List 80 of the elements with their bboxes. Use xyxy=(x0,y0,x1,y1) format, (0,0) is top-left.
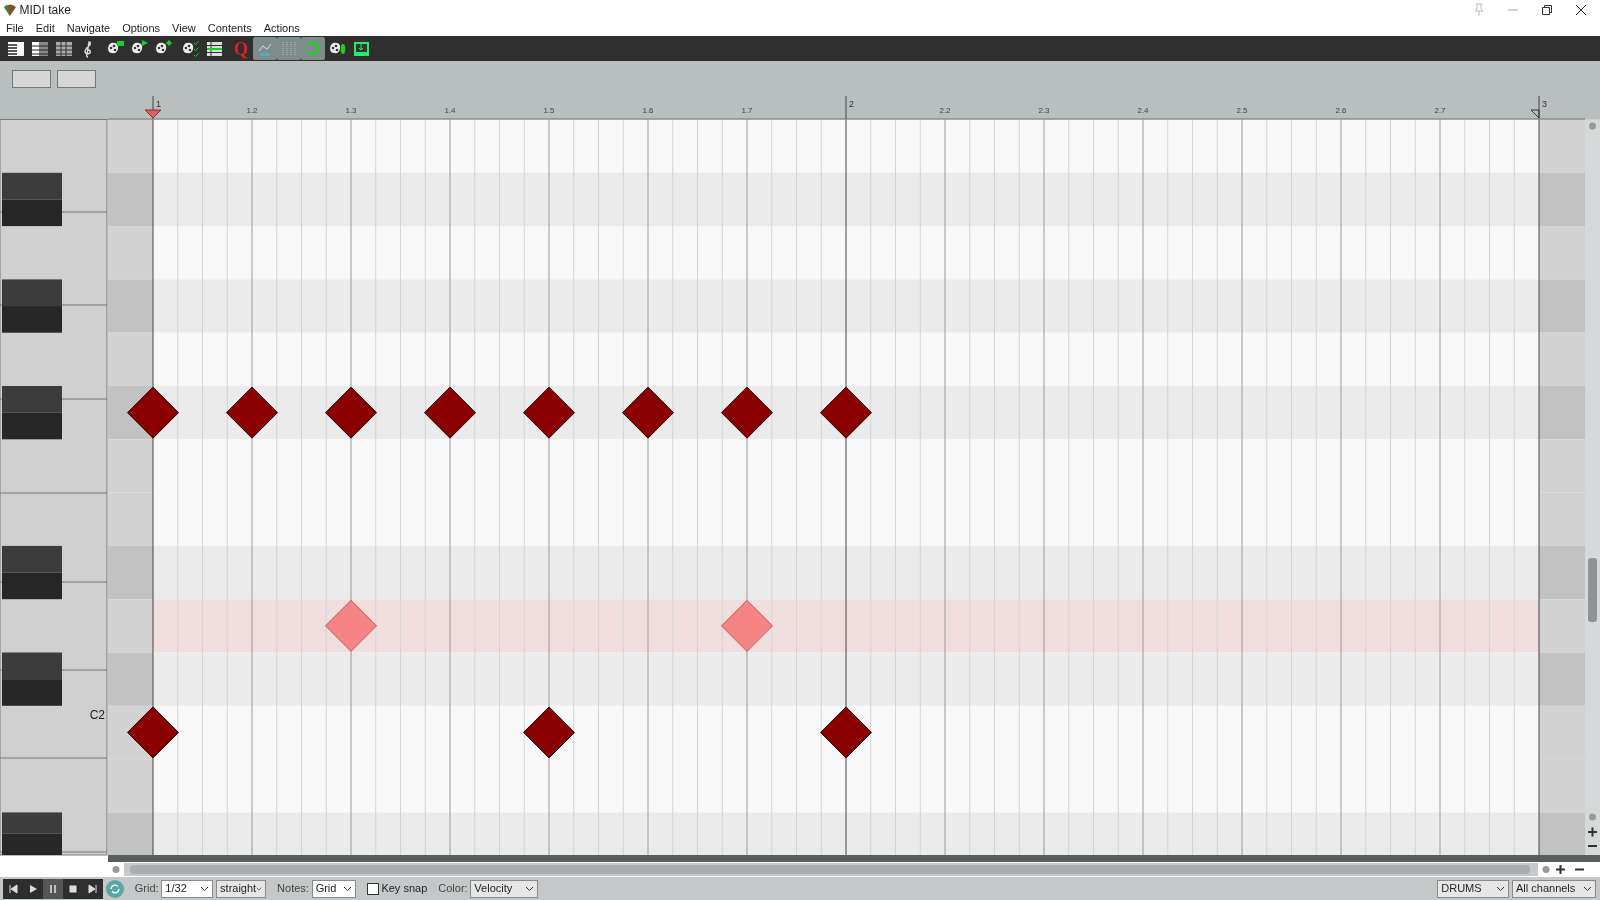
dropdown[interactable]: straight xyxy=(216,879,267,898)
skip-forward-icon xyxy=(87,882,99,895)
beat-label: 2.6 xyxy=(1335,106,1347,115)
menu-item[interactable]: Navigate xyxy=(60,19,117,37)
menu-item[interactable]: Edit xyxy=(29,19,61,37)
pause-icon xyxy=(47,882,59,895)
dropdown[interactable]: 1/32 xyxy=(161,879,214,898)
drum-note[interactable] xyxy=(523,386,575,439)
caret-icon xyxy=(525,885,535,892)
field-label: Color: xyxy=(438,881,468,897)
measure-label: 3 xyxy=(1542,99,1547,109)
zoom-out-icon[interactable] xyxy=(1574,868,1585,871)
sharp-key[interactable] xyxy=(2,545,62,600)
caret-icon xyxy=(342,885,352,892)
maximize-icon[interactable] xyxy=(1541,4,1554,16)
menu-item[interactable]: Actions xyxy=(257,19,306,37)
play-icon xyxy=(27,882,39,895)
transport-button[interactable] xyxy=(43,878,63,899)
beat-label: 1.4 xyxy=(444,106,456,115)
menu-item[interactable]: View xyxy=(166,19,202,37)
blank-button[interactable] xyxy=(56,70,96,88)
zoom-in-icon[interactable] xyxy=(1587,826,1598,838)
measure-tick xyxy=(845,95,847,120)
window-title: MIDI take xyxy=(19,2,71,19)
scroll-left-icon[interactable] xyxy=(112,866,120,873)
beat-label: 1.2 xyxy=(246,106,258,115)
drum-note[interactable] xyxy=(820,386,872,439)
drum-note[interactable] xyxy=(424,386,476,439)
dropdown[interactable]: Grid xyxy=(311,879,356,898)
scrollbar-thumb[interactable] xyxy=(1588,558,1597,622)
beat-label: 2.7 xyxy=(1434,106,1446,115)
repeat-icon xyxy=(108,882,121,895)
menu-item[interactable]: Contents xyxy=(201,19,258,37)
caret-icon xyxy=(1583,885,1592,892)
horizontal-scrollbar[interactable] xyxy=(124,863,1538,876)
drum-note[interactable] xyxy=(523,706,575,759)
drum-note[interactable] xyxy=(820,706,872,759)
drum-note[interactable] xyxy=(721,386,773,439)
measure-label: 2 xyxy=(849,99,854,109)
drum-note[interactable] xyxy=(325,386,377,439)
caret-icon xyxy=(200,885,210,892)
caret-icon xyxy=(256,885,263,892)
beat-label: 1.3 xyxy=(345,106,357,115)
zoom-in-icon[interactable] xyxy=(1555,864,1566,875)
beat-label: 2.4 xyxy=(1137,106,1149,115)
beat-label: 1.5 xyxy=(543,106,555,115)
drum-note[interactable] xyxy=(226,386,278,439)
beat-label: 1.7 xyxy=(741,106,753,115)
field-label: Grid: xyxy=(134,881,159,897)
skip-back-icon xyxy=(7,882,19,895)
beat-label: 2.2 xyxy=(939,106,951,115)
dropdown[interactable]: Velocity xyxy=(470,879,539,898)
transport-button[interactable] xyxy=(63,878,83,899)
transport-button[interactable] xyxy=(23,878,43,899)
beat-label: 1.6 xyxy=(642,106,654,115)
end-marker[interactable] xyxy=(1530,109,1540,119)
drum-note[interactable] xyxy=(127,386,179,439)
key-snap-checkbox[interactable]: Key snap xyxy=(366,880,428,897)
blank-button[interactable] xyxy=(12,70,51,88)
beat-label: 2.5 xyxy=(1236,106,1248,115)
dropdown[interactable]: DRUMS xyxy=(1437,879,1510,898)
caret-icon xyxy=(1496,885,1506,892)
drum-note[interactable] xyxy=(127,706,179,759)
sharp-key[interactable] xyxy=(2,172,62,227)
palette-icon xyxy=(180,38,200,59)
menu-item[interactable]: File xyxy=(0,19,30,37)
transport-button[interactable] xyxy=(83,878,103,899)
beat-label: 2.3 xyxy=(1038,106,1050,115)
start-marker[interactable] xyxy=(144,109,162,119)
drum-note[interactable] xyxy=(622,386,674,439)
measure-label: 1 xyxy=(156,99,161,109)
close-icon[interactable] xyxy=(1575,4,1588,16)
dropdown[interactable]: All channels xyxy=(1512,879,1596,898)
note-label: C2 xyxy=(89,707,105,722)
menu-item[interactable]: Options xyxy=(116,19,167,37)
sharp-key[interactable] xyxy=(2,812,62,855)
field-label: Notes: xyxy=(277,881,309,897)
app-logo-icon xyxy=(2,3,17,17)
transport-button[interactable] xyxy=(3,878,23,899)
scroll-right-icon[interactable] xyxy=(1542,866,1550,873)
